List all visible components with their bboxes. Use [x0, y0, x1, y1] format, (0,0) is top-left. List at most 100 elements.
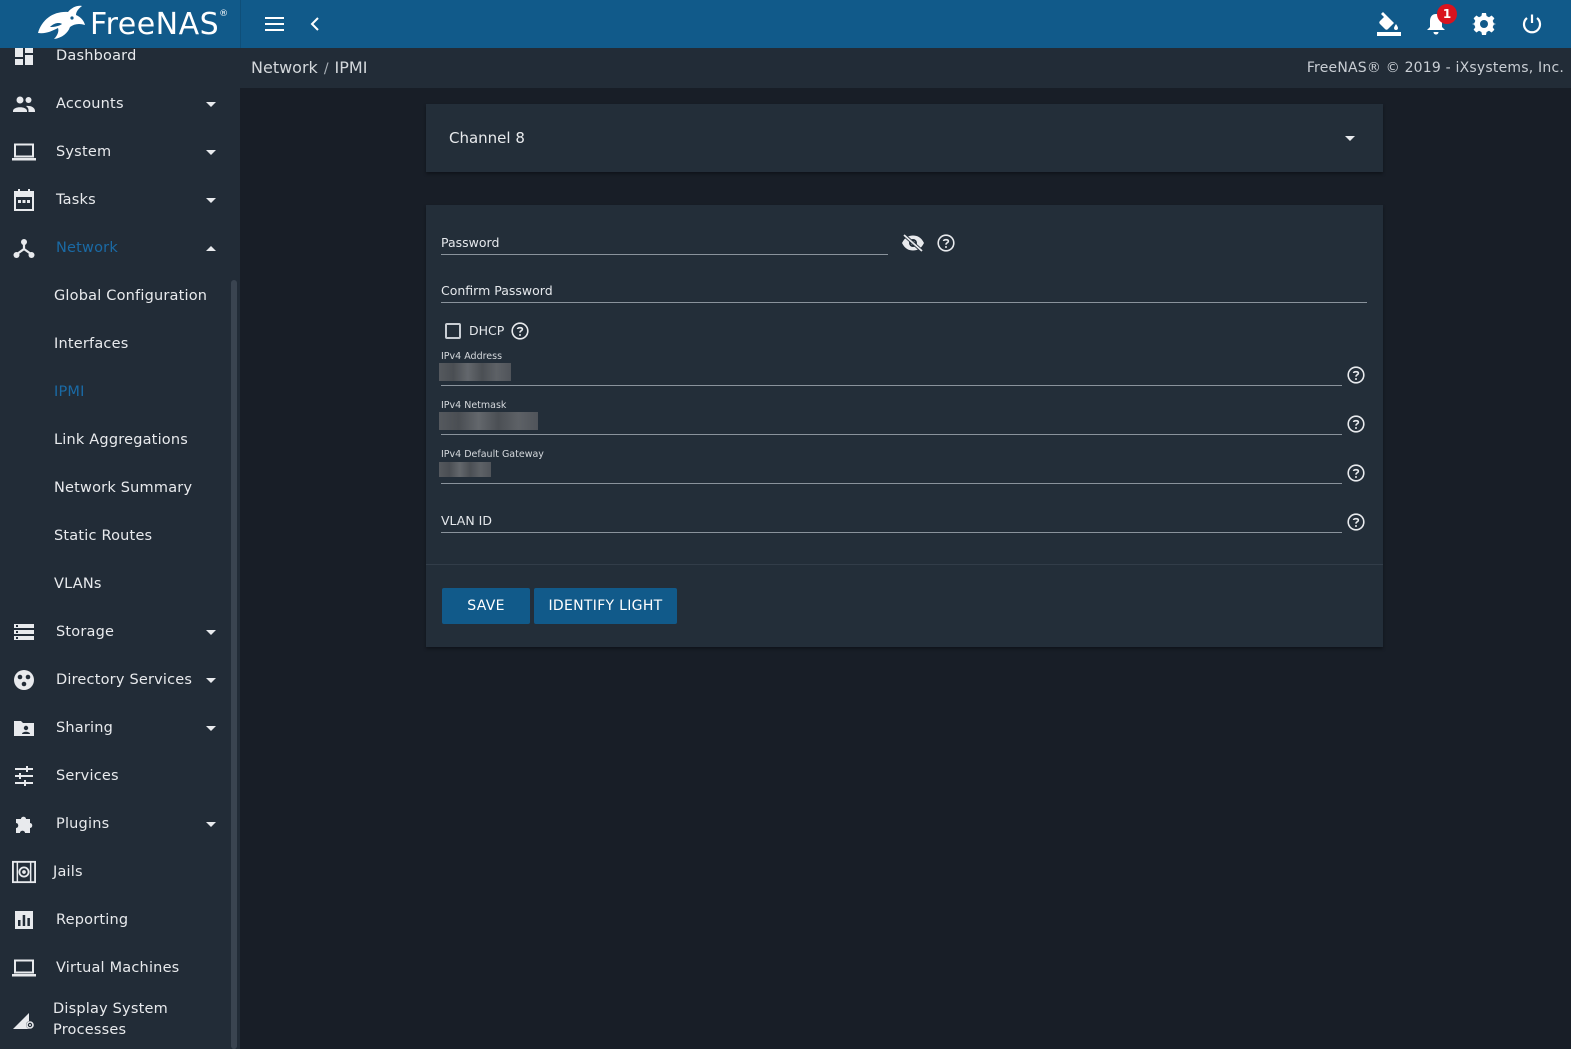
dhcp-help-button[interactable]: [511, 322, 529, 340]
sidebar-item-accounts[interactable]: Accounts: [0, 80, 230, 128]
sidebar-item-virtual-machines[interactable]: Virtual Machines: [0, 944, 230, 992]
ipv4-netmask-redacted-value: [439, 412, 538, 430]
dashboard-icon: [12, 48, 36, 68]
dhcp-checkbox[interactable]: [445, 323, 461, 339]
help-icon: [1347, 415, 1365, 433]
confirm-password-label: Confirm Password: [441, 283, 553, 298]
sidebar-item-network[interactable]: Network: [0, 224, 230, 272]
sidebar-item-storage[interactable]: Storage: [0, 608, 230, 656]
vlan-id-field[interactable]: VLAN ID: [441, 510, 1342, 533]
sidebar-item-network-summary[interactable]: Network Summary: [0, 464, 230, 512]
sidebar: Dashboard Accounts System Tasks Network …: [0, 48, 240, 1049]
sidebar-item-label: Global Configuration: [54, 288, 208, 304]
ipv4-address-label: IPv4 Address: [441, 351, 503, 362]
sidebar-item-label: Interfaces: [54, 336, 129, 352]
help-icon: [511, 322, 529, 340]
sidebar-item-label: Tasks: [56, 192, 96, 208]
save-button[interactable]: SAVE: [442, 588, 530, 624]
logo-text: FreeNAS: [90, 6, 220, 42]
toggle-password-visibility-button[interactable]: [901, 234, 925, 252]
help-icon: [937, 234, 955, 252]
laptop-icon: [12, 140, 36, 164]
topbar-divider: [240, 0, 241, 48]
breadcrumb-network-link[interactable]: Network: [251, 58, 318, 77]
sidebar-item-label: Sharing: [56, 720, 114, 736]
ipv4-address-redacted-value: [439, 363, 511, 381]
sidebar-item-global-configuration[interactable]: Global Configuration: [0, 272, 230, 320]
directory-icon: [12, 668, 36, 692]
ipv4-address-help-button[interactable]: [1347, 366, 1365, 384]
network-icon: [12, 236, 36, 260]
chevron-down-icon: [1345, 136, 1355, 141]
expand-caret-icon: [206, 101, 216, 107]
settings-button[interactable]: [1468, 8, 1500, 40]
notifications-button[interactable]: 1: [1420, 4, 1457, 40]
expand-caret-icon: [206, 197, 216, 203]
sidebar-item-plugins[interactable]: Plugins: [0, 800, 230, 848]
storage-icon: [12, 620, 36, 644]
ipv4-gateway-field[interactable]: IPv4 Default Gateway: [439, 449, 1342, 484]
power-button[interactable]: [1516, 8, 1548, 40]
sidebar-scrollbar[interactable]: [231, 280, 237, 1049]
folder-share-icon: [12, 716, 36, 740]
channel-select-card[interactable]: Channel 8: [426, 104, 1383, 172]
vlan-id-label: VLAN ID: [441, 513, 492, 528]
ipv4-netmask-help-button[interactable]: [1347, 415, 1365, 433]
sidebar-item-reporting[interactable]: Reporting: [0, 896, 230, 944]
sidebar-item-tasks[interactable]: Tasks: [0, 176, 230, 224]
sidebar-item-label: Services: [56, 768, 119, 784]
menu-toggle-button[interactable]: [259, 8, 291, 40]
sidebar-item-label: Virtual Machines: [56, 960, 180, 976]
theme-button[interactable]: [1372, 8, 1404, 40]
identify-light-button[interactable]: IDENTIFY LIGHT: [534, 588, 677, 624]
ipv4-netmask-label: IPv4 Netmask: [441, 400, 507, 411]
sidebar-item-system[interactable]: System: [0, 128, 230, 176]
sidebar-item-static-routes[interactable]: Static Routes: [0, 512, 230, 560]
sidebar-item-label: Reporting: [56, 912, 129, 928]
expand-caret-icon: [206, 149, 216, 155]
breadcrumb-separator: /: [323, 61, 329, 77]
chart-icon: [12, 908, 36, 932]
password-field[interactable]: Password: [441, 233, 888, 255]
expand-caret-icon: [206, 629, 216, 635]
sidebar-item-label: Dashboard: [56, 48, 137, 64]
sidebar-item-interfaces[interactable]: Interfaces: [0, 320, 230, 368]
copyright-text: FreeNAS® © 2019 - iXsystems, Inc.: [1306, 60, 1564, 76]
sidebar-item-display-system-processes[interactable]: Display System Processes: [0, 992, 230, 1048]
sidebar-item-services[interactable]: Services: [0, 752, 230, 800]
freenas-logo[interactable]: FreeNAS ®: [32, 2, 228, 46]
collapse-sidebar-button[interactable]: [299, 8, 331, 40]
sidebar-item-sharing[interactable]: Sharing: [0, 704, 230, 752]
expand-caret-icon: [206, 677, 216, 683]
help-icon: [1347, 366, 1365, 384]
sidebar-item-label: Jails: [53, 864, 83, 880]
sidebar-item-link-aggregations[interactable]: Link Aggregations: [0, 416, 230, 464]
sidebar-item-label: Network Summary: [54, 480, 193, 496]
gear-icon: [1472, 13, 1496, 35]
chevron-left-icon: [310, 17, 319, 31]
expand-caret-icon: [206, 725, 216, 731]
sidebar-item-label: Link Aggregations: [54, 432, 189, 448]
channel-select-value: Channel 8: [449, 129, 525, 147]
dhcp-label: DHCP: [469, 323, 505, 338]
sidebar-item-label: Static Routes: [54, 528, 153, 544]
vlan-id-help-button[interactable]: [1347, 513, 1365, 531]
sidebar-item-jails[interactable]: Jails: [0, 848, 230, 896]
password-help-button[interactable]: [937, 234, 955, 252]
ipv4-netmask-field[interactable]: IPv4 Netmask: [439, 400, 1342, 435]
ipv4-address-field[interactable]: IPv4 Address: [439, 351, 1342, 386]
jail-icon: [12, 860, 36, 884]
sidebar-item-label: Storage: [56, 624, 115, 640]
eye-off-icon: [902, 234, 924, 252]
sidebar-item-ipmi[interactable]: IPMI: [0, 368, 230, 416]
sidebar-item-vlans[interactable]: VLANs: [0, 560, 230, 608]
laptop-icon: [12, 956, 36, 980]
breadcrumb-current: IPMI: [334, 58, 368, 77]
ipv4-gateway-help-button[interactable]: [1347, 464, 1365, 482]
breadcrumb-bar: Network / IPMI FreeNAS® © 2019 - iXsystems…: [240, 48, 1571, 88]
confirm-password-field[interactable]: Confirm Password: [441, 282, 1367, 303]
power-icon: [1522, 14, 1542, 34]
breadcrumb: Network / IPMI: [251, 58, 367, 77]
sidebar-item-dashboard[interactable]: Dashboard: [0, 48, 230, 80]
sidebar-item-directory-services[interactable]: Directory Services: [0, 656, 230, 704]
